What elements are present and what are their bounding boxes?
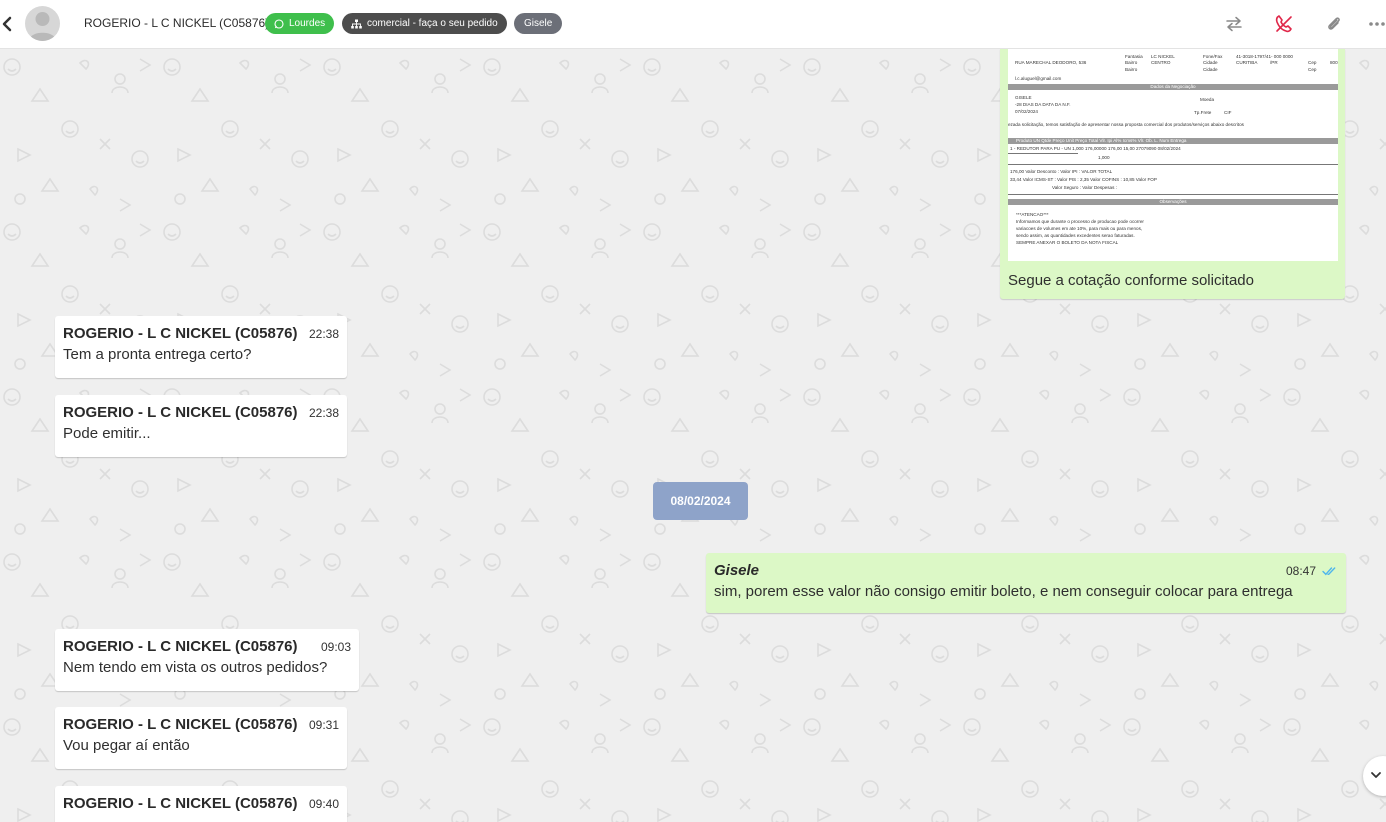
more-button[interactable] — [1368, 12, 1386, 36]
avatar[interactable] — [25, 6, 60, 41]
message-time: 09:31 — [308, 718, 339, 732]
message-text: sim, porem esse valor não consigo emitir… — [714, 583, 1293, 600]
message-time: 22:38 — [308, 327, 339, 341]
doc-line: variacoes de volumes em ate 10%, para ma… — [1016, 226, 1143, 231]
tag-user[interactable]: Gisele — [514, 13, 563, 34]
sitemap-icon — [351, 19, 362, 28]
message-time: 08:47 — [1285, 564, 1316, 578]
doc-line: Moeda — [1200, 97, 1215, 102]
attach-icon — [1328, 17, 1340, 30]
doc-line: SEMPRE ANEXAR O BOLETO DA NOTA FISCAL — [1016, 240, 1119, 245]
tag-label: Gisele — [524, 18, 553, 29]
chat-messages[interactable]: Fantasia LC NICKEL Fone/Fax 41-3018-1797… — [0, 49, 1386, 822]
chat-header: ROGERIO - L C NICKEL (C05876) Lourdes co… — [0, 0, 1386, 49]
message-outgoing[interactable]: Gisele 08:47 sim, porem esse valor não c… — [706, 553, 1346, 613]
doc-line: Cidade — [1203, 60, 1218, 65]
doc-line: 41-3018-1797/41- 000 0000 — [1236, 54, 1293, 59]
doc-line: sendo assim, as quantidades excedentes s… — [1016, 233, 1135, 238]
doc-line: 1,000 — [1098, 155, 1110, 160]
doc-line: GISELE — [1015, 95, 1032, 100]
message-time: 09:40 — [308, 797, 339, 811]
doc-line: RUA MARECHAL DEODORO, 536 — [1015, 60, 1087, 65]
doc-line: Informamos que durante o processo de pro… — [1016, 219, 1144, 224]
tag-label: comercial - faça o seu pedido — [367, 18, 498, 29]
message-incoming[interactable]: ROGERIO - L C NICKEL (C05876) 22:38 Tem … — [55, 316, 347, 378]
contact-name: ROGERIO - L C NICKEL (C05876) — [84, 16, 270, 30]
doc-line: 33,44 Valor ICMS-ST : Valor PIS : 2,35 V… — [1010, 177, 1157, 182]
double-check-icon — [1322, 567, 1336, 576]
document-preview[interactable]: Fantasia LC NICKEL Fone/Fax 41-3018-1797… — [1008, 49, 1338, 261]
tag-queue[interactable]: comercial - faça o seu pedido — [342, 13, 507, 34]
tag-connection[interactable]: Lourdes — [265, 13, 335, 34]
doc-line: Cep — [1308, 60, 1317, 65]
message-text: Pode emitir... — [63, 425, 151, 442]
doc-line: Bairro — [1125, 60, 1138, 65]
message-meta: 08:47 — [1286, 564, 1338, 578]
chevron-left-icon — [2, 16, 12, 32]
doc-line: Fone/Fax — [1203, 54, 1223, 59]
doc-line: Tp.Frete — [1194, 110, 1212, 115]
message-sender: ROGERIO - L C NICKEL (C05876) — [63, 325, 298, 342]
user-placeholder-icon — [29, 12, 56, 41]
attach-button[interactable] — [1322, 12, 1346, 36]
message-text: Tem a pronta entrega certo? — [63, 346, 252, 363]
message-sender: ROGERIO - L C NICKEL (C05876) — [63, 638, 298, 655]
transfer-icon — [1226, 16, 1242, 32]
message-sender: ROGERIO - L C NICKEL (C05876) — [63, 404, 298, 421]
message-time: 09:03 — [320, 640, 351, 654]
doc-line: Bairro — [1125, 67, 1138, 72]
doc-line: Cep — [1308, 67, 1317, 72]
doc-line: 176,00 Valor Desconto : Valor IPI : VALO… — [1010, 169, 1113, 174]
message-text: Vou pegar aí então — [63, 737, 190, 754]
chevron-down-icon — [1371, 772, 1381, 778]
end-chat-button[interactable] — [1272, 12, 1296, 36]
message-sender: Gisele — [714, 562, 760, 579]
message-sender: ROGERIO - L C NICKEL (C05876) — [63, 716, 298, 733]
message-text: Nem tendo em vista os outros pedidos? — [63, 659, 328, 676]
message-incoming[interactable]: ROGERIO - L C NICKEL (C05876) 22:38 Pode… — [55, 395, 347, 457]
more-icon — [1369, 22, 1385, 26]
doc-line: l.c.aluguel@gmail.com — [1015, 76, 1062, 81]
doc-line: 07/02/2024 — [1015, 109, 1038, 114]
doc-line: CURITIBA — [1236, 60, 1258, 65]
doc-table-header: Produto UN Qtde Preço Unit Preço Total V… — [1008, 138, 1338, 144]
doc-line: CENTRO — [1151, 60, 1171, 65]
message-sender: ROGERIO - L C NICKEL (C05876) — [63, 795, 298, 812]
doc-line: -28 DIAS DA DATA DA N.F. — [1015, 102, 1071, 107]
doc-line: Cidade — [1203, 67, 1218, 72]
message-incoming[interactable]: ROGERIO - L C NICKEL (C05876) 09:40 — [55, 786, 347, 822]
message-incoming[interactable]: ROGERIO - L C NICKEL (C05876) 09:31 Vou … — [55, 707, 347, 769]
doc-line: Fantasia — [1125, 54, 1143, 59]
doc-line: LC NICKEL — [1151, 54, 1175, 59]
doc-section-header: Observações — [1008, 199, 1338, 205]
doc-line: /PR — [1270, 60, 1278, 65]
doc-line: ezada solicitação, temos satisfação de a… — [1008, 122, 1244, 127]
doc-table-row: 1 - REDUTOR PARA PU - UN 1,000 176,00000… — [1010, 146, 1181, 151]
end-call-icon — [1275, 15, 1292, 33]
doc-section-header: Dados da Negociação — [1008, 84, 1338, 90]
tag-label: Lourdes — [289, 18, 326, 29]
document-caption: Segue a cotação conforme solicitado — [1008, 272, 1254, 289]
doc-line: 800 — [1330, 60, 1338, 65]
message-incoming[interactable]: ROGERIO - L C NICKEL (C05876) 09:03 Nem … — [55, 629, 359, 691]
date-separator: 08/02/2024 — [653, 482, 748, 520]
document-message[interactable]: Fantasia LC NICKEL Fone/Fax 41-3018-1797… — [1000, 49, 1345, 299]
message-time: 22:38 — [308, 406, 339, 420]
transfer-button[interactable] — [1222, 12, 1246, 36]
whatsapp-icon — [274, 18, 284, 29]
doc-line: CIF — [1224, 110, 1232, 115]
doc-line: Valor Seguro : Valor Despesas : — [1052, 185, 1117, 190]
back-button[interactable] — [0, 14, 14, 34]
doc-line: ***ATENCAO*** — [1016, 212, 1049, 217]
